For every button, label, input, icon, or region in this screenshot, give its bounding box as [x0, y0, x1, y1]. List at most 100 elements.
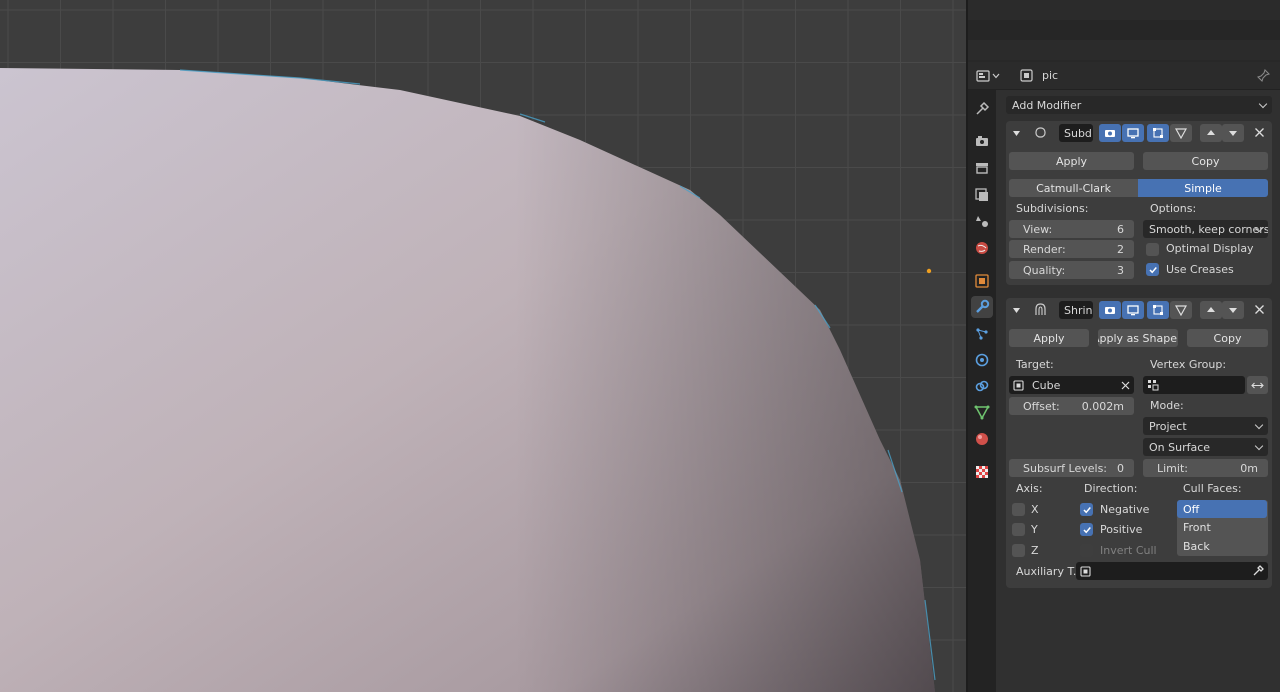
edit-mode-toggle[interactable]	[1099, 124, 1121, 142]
tab-data[interactable]	[971, 401, 993, 423]
simple-button[interactable]: Simple	[1138, 179, 1268, 197]
wrap-method-dropdown[interactable]: Project	[1143, 417, 1268, 435]
cull-option-back[interactable]: Back	[1177, 537, 1267, 555]
add-modifier-dropdown[interactable]: Add Modifier	[1006, 96, 1272, 114]
optimal-display-checkbox[interactable]	[1146, 243, 1159, 256]
clear-icon[interactable]	[1121, 381, 1130, 390]
checkmark-icon	[1082, 506, 1091, 513]
tab-world[interactable]	[971, 237, 993, 259]
axis-x-checkbox[interactable]	[1012, 503, 1025, 516]
mesh-triangle-icon	[1175, 305, 1187, 316]
cull-option-back-label: Back	[1183, 539, 1210, 553]
shrinkwrap-name: Shrin	[1064, 303, 1093, 317]
tab-texture[interactable]	[971, 461, 993, 483]
close-icon[interactable]	[1254, 127, 1265, 138]
collapse-arrow-icon[interactable]	[1012, 129, 1021, 138]
limit-label: Limit:	[1157, 461, 1188, 475]
axis-label: Axis:	[1016, 482, 1043, 495]
editor-type-dropdown[interactable]	[976, 66, 1006, 86]
cull-option-off-label: Off	[1183, 502, 1200, 516]
move-up-button[interactable]	[1200, 124, 1222, 142]
tab-output[interactable]	[971, 157, 993, 179]
cage-toggle[interactable]	[1170, 301, 1192, 319]
use-creases-checkbox[interactable]	[1146, 263, 1159, 276]
close-icon[interactable]	[1254, 304, 1265, 315]
negative-label: Negative	[1100, 503, 1150, 516]
catmull-clark-button[interactable]: Catmull-Clark	[1009, 179, 1138, 197]
negative-checkbox[interactable]	[1080, 503, 1093, 516]
invert-vertex-group-button[interactable]	[1247, 376, 1268, 394]
realtime-toggle[interactable]	[1122, 301, 1144, 319]
view-levels-field[interactable]: View: 6	[1009, 220, 1134, 238]
uv-smooth-dropdown[interactable]: Smooth, keep corners	[1143, 220, 1268, 238]
cull-option-front[interactable]: Front	[1177, 518, 1267, 536]
optimal-display-label: Optimal Display	[1166, 242, 1254, 255]
mesh-object-icon	[1080, 565, 1091, 577]
positive-label: Positive	[1100, 523, 1143, 536]
subdivision-copy-button[interactable]: Copy	[1143, 152, 1268, 170]
shrinkwrap-copy-button[interactable]: Copy	[1187, 329, 1268, 347]
move-up-button[interactable]	[1200, 301, 1222, 319]
tab-modifiers[interactable]	[971, 296, 993, 318]
edit-mode-toggle[interactable]	[1099, 301, 1121, 319]
move-down-button[interactable]	[1222, 301, 1244, 319]
realtime-toggle[interactable]	[1122, 124, 1144, 142]
quality-field[interactable]: Quality: 3	[1009, 261, 1134, 279]
mesh-object-icon	[1013, 379, 1024, 391]
editmode-display-toggle[interactable]	[1147, 301, 1169, 319]
tab-scene[interactable]	[971, 210, 993, 232]
camera-icon	[1105, 307, 1115, 314]
positive-checkbox[interactable]	[1080, 523, 1093, 536]
tab-tool[interactable]	[971, 98, 993, 120]
outliner-row	[968, 0, 1280, 20]
shrinkwrap-panel-header: Shrin	[1006, 298, 1272, 322]
particles-icon	[976, 328, 988, 340]
editmode-display-toggle[interactable]	[1147, 124, 1169, 142]
physics-icon	[975, 353, 989, 367]
cull-faces-menu: Off Front Back	[1177, 500, 1268, 556]
3d-viewport[interactable]	[0, 0, 966, 692]
vertex-group-field[interactable]	[1143, 376, 1245, 394]
view-label: View:	[1023, 222, 1053, 236]
limit-field[interactable]: Limit: 0m	[1143, 459, 1268, 477]
render-levels-field[interactable]: Render: 2	[1009, 240, 1134, 258]
subdivision-apply-button[interactable]: Apply	[1009, 152, 1134, 170]
pin-icon[interactable]	[1257, 69, 1270, 82]
eyedropper-icon[interactable]	[1252, 565, 1264, 577]
move-down-button[interactable]	[1222, 124, 1244, 142]
tab-constraints[interactable]	[971, 375, 993, 397]
subsurf-levels-field[interactable]: Subsurf Levels: 0	[1009, 459, 1134, 477]
invert-cull-checkbox[interactable]	[1080, 544, 1093, 557]
apply-as-shape-button[interactable]: Apply as Shape..	[1098, 329, 1178, 347]
cull-option-front-label: Front	[1183, 520, 1211, 534]
quality-value: 3	[1117, 263, 1124, 277]
auxiliary-target-field[interactable]	[1076, 562, 1268, 580]
outliner-area[interactable]	[968, 0, 1280, 62]
tab-particles[interactable]	[971, 323, 993, 345]
tab-material[interactable]	[971, 428, 993, 450]
tab-physics[interactable]	[971, 349, 993, 371]
invert-cull-label: Invert Cull	[1100, 544, 1157, 557]
auxiliary-target-label: Auxiliary T..	[1016, 565, 1080, 578]
shrinkwrap-name-field[interactable]: Shrin	[1059, 301, 1093, 319]
material-icon	[976, 433, 988, 445]
outliner-row	[968, 20, 1280, 40]
tab-view-layer[interactable]	[971, 184, 993, 206]
shrinkwrap-apply-button[interactable]: Apply	[1009, 329, 1089, 347]
tab-object[interactable]	[971, 270, 993, 292]
axis-z-checkbox[interactable]	[1012, 544, 1025, 557]
axis-x-label: X	[1031, 503, 1039, 516]
offset-field[interactable]: Offset: 0.002m	[1009, 397, 1134, 415]
arrow-down-icon	[1229, 308, 1237, 313]
axis-y-checkbox[interactable]	[1012, 523, 1025, 536]
target-object-field[interactable]: Cube	[1009, 376, 1134, 394]
cull-option-off[interactable]: Off	[1177, 500, 1267, 518]
options-label: Options:	[1150, 202, 1197, 215]
direction-label: Direction:	[1084, 482, 1138, 495]
subdivision-name-field[interactable]: Subd	[1059, 124, 1093, 142]
snap-mode-dropdown[interactable]: On Surface	[1143, 438, 1268, 456]
collapse-arrow-icon[interactable]	[1012, 306, 1021, 315]
tab-render[interactable]	[971, 130, 993, 152]
cage-toggle[interactable]	[1170, 124, 1192, 142]
viewport-canvas[interactable]	[0, 0, 966, 692]
